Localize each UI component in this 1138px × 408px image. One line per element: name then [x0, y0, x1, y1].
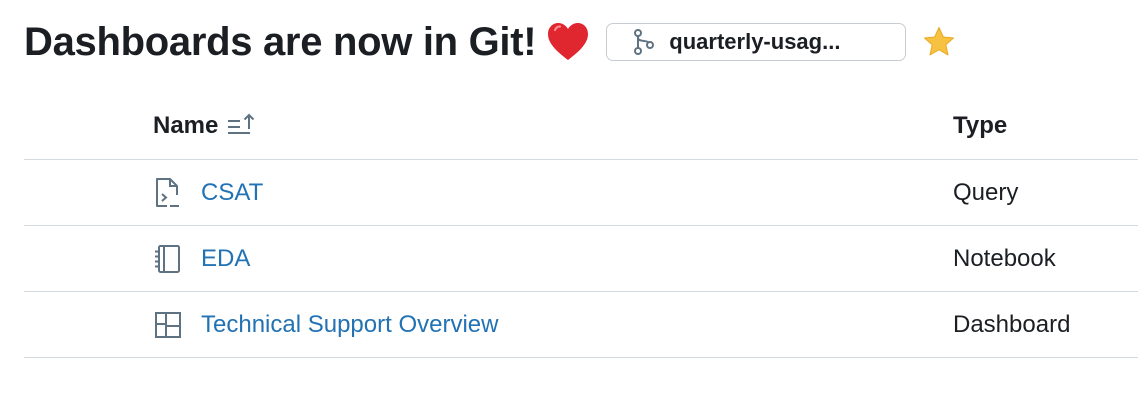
heart-icon [546, 20, 590, 64]
page: Dashboards are now in Git! quarterly-usa… [0, 0, 1138, 408]
git-branch-button[interactable]: quarterly-usag... [606, 23, 907, 61]
git-branch-icon [633, 29, 655, 55]
query-file-icon [153, 176, 183, 210]
dashboard-icon [153, 308, 183, 342]
row-type: Query [953, 178, 1019, 206]
column-header-name[interactable]: Name [153, 112, 258, 140]
star-icon[interactable] [922, 25, 956, 59]
table-row[interactable]: EDA Notebook [24, 226, 1138, 292]
branch-label: quarterly-usag... [669, 29, 841, 54]
table-row[interactable]: CSAT Query [24, 160, 1138, 226]
notebook-icon [153, 242, 183, 276]
column-header-name-label: Name [153, 111, 219, 139]
table-row[interactable]: Technical Support Overview Dashboard [24, 292, 1138, 358]
row-type: Notebook [953, 244, 1056, 272]
page-header: Dashboards are now in Git! quarterly-usa… [24, 14, 956, 70]
column-header-type[interactable]: Type [953, 112, 1007, 140]
row-name-link[interactable]: CSAT [201, 179, 263, 207]
files-table: Name Type CSAT Query EDA Notebook Techni… [24, 92, 1138, 358]
row-name-link[interactable]: Technical Support Overview [201, 311, 498, 339]
row-name-link[interactable]: EDA [201, 245, 250, 273]
page-title: Dashboards are now in Git! [24, 19, 537, 64]
table-header: Name Type [24, 92, 1138, 160]
sort-ascending-icon[interactable] [226, 112, 258, 140]
row-type: Dashboard [953, 310, 1071, 338]
